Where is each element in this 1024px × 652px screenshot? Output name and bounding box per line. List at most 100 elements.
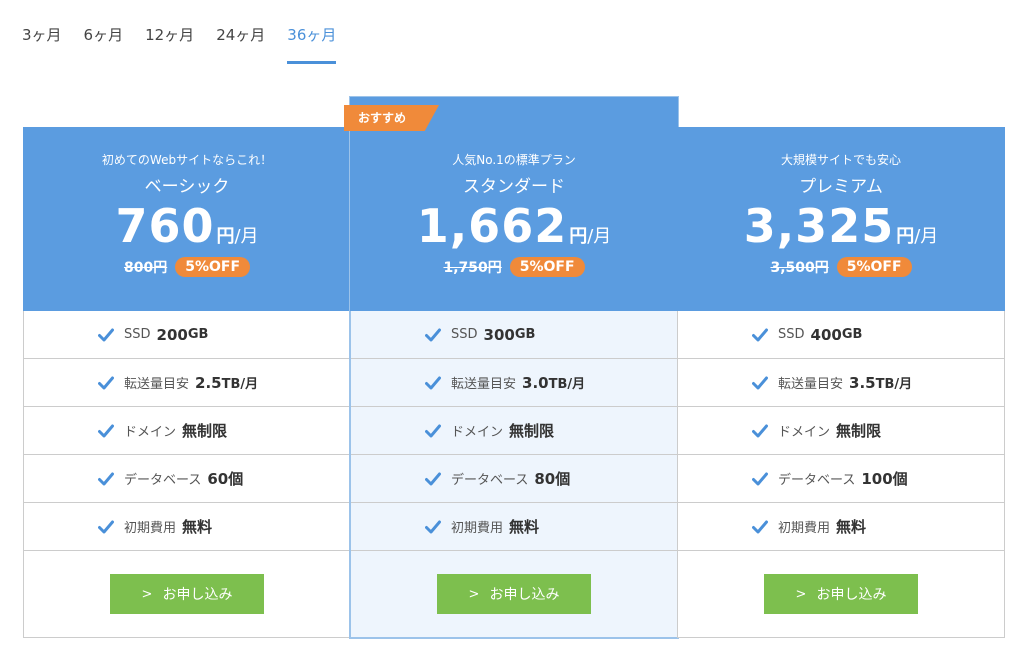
apply-button-label: お申し込み [489,587,560,603]
feature-value: 3.5 [849,373,876,392]
price-row: 3,325 円 /月 [677,203,1005,249]
feature-unit: TB/月 [875,377,913,392]
feature-row: データベース 100個 [678,455,1004,503]
feature-label: 転送量目安 [124,377,190,392]
feature-row: ドメイン 無制限 [678,407,1004,455]
plan-name: スタンダード [463,177,565,197]
check-icon [425,328,441,341]
feature-row: 初期費用 無料 [24,503,350,551]
cta-area: > お申し込み [23,551,351,638]
plan-header: 大規模サイトでも安心 プレミアム 3,325 円 /月 3,500円 5%OFF [677,127,1005,311]
apply-button[interactable]: > お申し込み [437,574,591,614]
feature-row: 転送量目安 3.0 TB/月 [351,359,677,407]
feature-list: SSD 300 GB 転送量目安 3.0 TB/月 ドメイン 無制限 データベース 80個 初期費用… [350,311,678,551]
feature-label: ドメイン [451,425,504,440]
check-icon [752,520,768,533]
feature-unit: GB [841,327,863,342]
feature-value: 3.0 [522,373,549,392]
feature-label: データベース [124,473,202,488]
chevron-right-icon: > [141,586,153,602]
old-price: 1,750円 [443,260,502,276]
apply-button[interactable]: > お申し込み [764,574,918,614]
check-icon [98,472,114,485]
plan-price: 1,662 [416,199,568,253]
feature-unit: TB/月 [548,377,586,392]
feature-label: 転送量目安 [778,377,844,392]
chevron-right-icon: > [468,586,480,602]
check-icon [425,472,441,485]
check-icon [98,328,114,341]
feature-label: SSD [451,327,478,342]
feature-value: 80個 [534,470,571,488]
feature-value: 400 [810,325,842,344]
tab-36-months[interactable]: 36ヶ月 [287,18,337,64]
plan-card-basic: 初めてのWebサイトならこれ！ ベーシック 760 円 /月 800円 5%OF… [23,127,351,638]
feature-value: 無制限 [836,422,882,440]
check-icon [752,328,768,341]
feature-label: SSD [778,327,805,342]
feature-row: ドメイン 無制限 [351,407,677,455]
feature-value: 無料 [182,518,213,536]
check-icon [98,424,114,437]
plan-name: プレミアム [799,177,883,197]
plan-subtitle: 人気No.1の標準プラン [452,153,576,167]
plan-price: 760 [115,199,215,253]
plan-header: 初めてのWebサイトならこれ！ ベーシック 760 円 /月 800円 5%OF… [23,127,351,311]
feature-value: 無料 [509,518,540,536]
discount-badge: 5%OFF [175,257,251,277]
cta-area: > お申し込み [350,551,678,638]
feature-list: SSD 200 GB 転送量目安 2.5 TB/月 ドメイン 無制限 データベース 60個 初期費用… [23,311,351,551]
feature-value: 2.5 [195,373,222,392]
feature-row: 初期費用 無料 [678,503,1004,551]
tab-6-months[interactable]: 6ヶ月 [84,18,124,62]
check-icon [425,376,441,389]
chevron-right-icon: > [795,586,807,602]
feature-label: SSD [124,327,151,342]
price-period: /月 [914,226,939,247]
feature-value: 60個 [207,470,244,488]
price-row: 760 円 /月 [23,203,351,249]
feature-list: SSD 400 GB 転送量目安 3.5 TB/月ドメイン 無制限データベース 100個初期費… [677,311,1005,551]
feature-row: 初期費用 無料 [351,503,677,551]
tab-3-months[interactable]: 3ヶ月 [22,18,62,62]
feature-row: SSD 200 GB [24,311,350,359]
tab-12-months[interactable]: 12ヶ月 [145,18,194,62]
plan-header: おすすめ 人気No.1の標準プラン スタンダード 1,662 円 /月 1,75… [344,97,678,311]
price-currency: 円 [216,226,235,247]
feature-label: ドメイン [124,425,177,440]
price-row: 1,662 円 /月 [350,203,678,249]
apply-button[interactable]: > お申し込み [110,574,264,614]
plan-subtitle: 初めてのWebサイトならこれ！ [101,153,273,167]
feature-value: 無料 [836,518,867,536]
old-price-row: 800円 5%OFF [23,257,351,277]
feature-row: SSD 300 GB [351,311,677,359]
feature-label: 初期費用 [451,521,504,536]
feature-label: 初期費用 [778,521,831,536]
old-price-row: 3,500円 5%OFF [677,257,1005,277]
feature-label: 転送量目安 [451,377,517,392]
price-period: /月 [234,226,259,247]
plan-name: ベーシック [144,177,230,197]
feature-value: 無制限 [509,422,555,440]
discount-badge: 5%OFF [509,257,585,277]
price-currency: 円 [569,226,588,247]
old-price-row: 1,750円 5%OFF [350,257,678,277]
feature-row: 転送量目安 3.5 TB/月 [678,359,1004,407]
check-icon [752,424,768,437]
feature-row: SSD 400 GB [678,311,1004,359]
feature-row: データベース 80個 [351,455,677,503]
check-icon [98,376,114,389]
price-currency: 円 [896,226,915,247]
apply-button-label: お申し込み [816,587,887,603]
feature-value: 100個 [861,470,908,488]
check-icon [752,376,768,389]
plan-card-premium: 大規模サイトでも安心 プレミアム 3,325 円 /月 3,500円 5%OFF… [677,127,1005,638]
feature-row: 転送量目安 2.5 TB/月 [24,359,350,407]
feature-label: データベース [778,473,856,488]
apply-button-label: お申し込み [162,587,233,603]
check-icon [425,520,441,533]
feature-row: ドメイン 無制限 [24,407,350,455]
tab-24-months[interactable]: 24ヶ月 [216,18,265,62]
feature-unit: GB [187,327,209,342]
old-price: 800円 [123,260,168,276]
